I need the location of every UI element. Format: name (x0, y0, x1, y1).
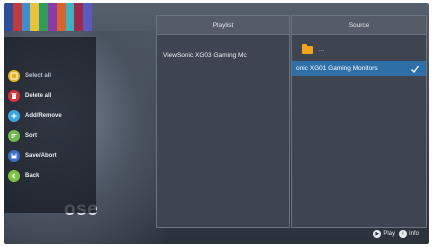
menu-item-save-abort[interactable]: Save/Abort (8, 149, 94, 163)
menu-item-label: Sort (25, 133, 37, 139)
menu-item-label: Select all (25, 73, 52, 79)
sort-icon (8, 130, 20, 142)
save-icon (8, 150, 20, 162)
playlist-title: Playlist (157, 16, 289, 35)
parent-folder-row[interactable]: ... (302, 44, 324, 56)
source-item-label: onic XG01 Gaming Monitors (296, 65, 378, 72)
menu-item-label: Back (25, 173, 40, 179)
back-icon (8, 170, 20, 182)
source-item-selected[interactable]: onic XG01 Gaming Monitors (292, 61, 426, 76)
folder-icon (302, 44, 313, 54)
play-hint-label: Play (383, 231, 395, 237)
menu-item-add-remove[interactable]: Add/Remove (8, 109, 94, 123)
menu-item-label: Save/Abort (25, 153, 57, 159)
menu-item-select-all[interactable]: Select all (8, 69, 94, 83)
menu-item-sort[interactable]: Sort (8, 129, 94, 143)
playlist-panel: Playlist ViewSonic XG03 Gaming Mc (156, 15, 290, 228)
source-panel: Source ... onic XG01 Gaming Monitors (291, 15, 427, 228)
info-button-icon: i (398, 230, 407, 238)
options-menu: Select all Delete all Add/Remove Sort Sa… (4, 37, 96, 213)
playlist-item[interactable]: ViewSonic XG03 Gaming Mc (163, 52, 283, 59)
parent-folder-label: ... (319, 47, 325, 53)
source-title: Source (292, 16, 426, 35)
screen: ose Select all Delete all Add/Remove Sor… (4, 3, 429, 244)
trash-icon (8, 90, 20, 102)
select-all-icon (8, 70, 20, 82)
checkmark-icon (411, 65, 420, 73)
menu-item-back[interactable]: Back (8, 169, 94, 183)
menu-item-delete-all[interactable]: Delete all (8, 89, 94, 103)
info-hint-label: Info (408, 231, 419, 237)
menu-item-label: Delete all (25, 93, 52, 99)
menu-item-label: Add/Remove (25, 113, 62, 119)
add-remove-icon (8, 110, 20, 122)
play-button-icon: ▶ (373, 230, 382, 238)
remote-hint-bar: ▶ Play i Info (371, 230, 419, 238)
